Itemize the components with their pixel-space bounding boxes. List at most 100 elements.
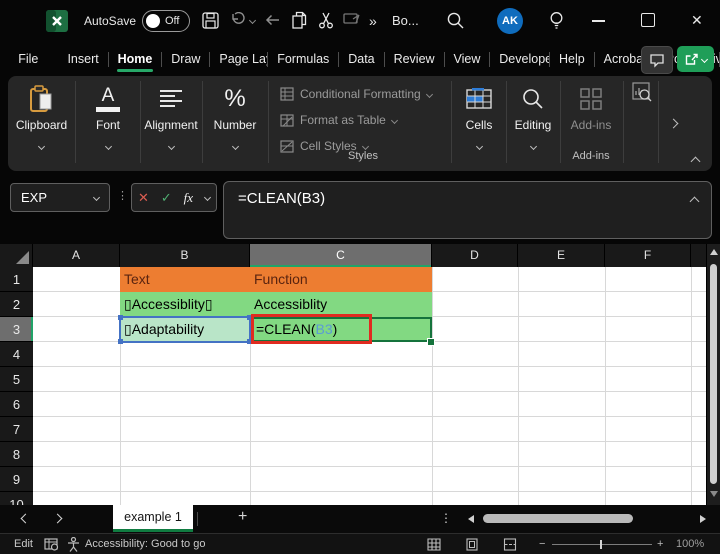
insert-function-button[interactable]: fx <box>184 190 193 206</box>
row-header-5[interactable]: 5 <box>0 367 33 392</box>
cut-icon[interactable] <box>318 11 334 34</box>
share-icon <box>685 53 698 65</box>
hscroll-right-arrow[interactable] <box>700 515 706 523</box>
row-header-7[interactable]: 7 <box>0 417 33 442</box>
tab-review[interactable]: Review <box>385 43 444 75</box>
zoom-slider-track[interactable] <box>552 544 652 545</box>
tab-file[interactable]: File <box>9 43 47 75</box>
resize-handle[interactable]: ⋮ <box>117 189 128 202</box>
fill-handle[interactable] <box>427 338 435 346</box>
page-layout-view-button[interactable] <box>465 534 479 554</box>
tab-data[interactable]: Data <box>339 43 383 75</box>
close-button[interactable]: ✕ <box>691 12 703 29</box>
page-break-view-button[interactable] <box>503 534 517 554</box>
row-header-3[interactable]: 3 <box>0 317 33 342</box>
share-button[interactable] <box>677 46 714 72</box>
minimize-button[interactable] <box>592 20 605 22</box>
more-commands-button[interactable]: » <box>369 13 377 29</box>
cells-group-button[interactable]: Cells <box>454 83 504 151</box>
row-header-9[interactable]: 9 <box>0 467 33 492</box>
analyze-data-icon[interactable] <box>632 82 652 107</box>
addins-group-label: Add-ins <box>572 150 610 162</box>
column-header-b[interactable]: B <box>120 244 250 267</box>
format-as-table-button[interactable]: Format as Table <box>280 110 398 130</box>
select-all-corner[interactable] <box>0 244 33 267</box>
column-header-d[interactable]: D <box>432 244 518 267</box>
column-header-c[interactable]: C <box>250 244 432 267</box>
addins-group-button[interactable]: Add-ins <box>562 83 620 132</box>
chevron-down-icon <box>700 55 708 63</box>
row-header-8[interactable]: 8 <box>0 442 33 467</box>
horizontal-scroll-thumb[interactable] <box>483 514 633 523</box>
number-group-button[interactable]: % Number <box>204 83 266 151</box>
macro-record-icon[interactable] <box>44 534 59 554</box>
font-icon: A <box>78 83 138 115</box>
back-arrow-button[interactable] <box>264 12 281 33</box>
tab-developer[interactable]: Developer <box>490 43 549 75</box>
row-header-2[interactable]: 2 <box>0 292 33 317</box>
autosave-toggle[interactable]: Off <box>142 10 190 32</box>
cell-mode-indicator: Edit <box>14 538 33 550</box>
vertical-scrollbar[interactable] <box>706 244 720 505</box>
alignment-group-button[interactable]: Alignment <box>142 83 200 151</box>
cell-b1[interactable]: Text <box>120 267 250 292</box>
row-header-6[interactable]: 6 <box>0 392 33 417</box>
column-header-e[interactable]: E <box>518 244 605 267</box>
vertical-scroll-thumb[interactable] <box>710 264 717 484</box>
tab-help[interactable]: Help <box>550 43 594 75</box>
select-all-triangle <box>16 251 29 264</box>
hscroll-left-arrow[interactable] <box>468 515 474 523</box>
add-sheet-button[interactable]: + <box>238 508 247 526</box>
row-header-10[interactable]: 10 <box>0 492 33 505</box>
maximize-button[interactable] <box>641 13 655 27</box>
tab-page-layout[interactable]: Page Layout <box>210 43 267 75</box>
enter-button[interactable]: ✓ <box>161 190 172 206</box>
copy-button[interactable] <box>292 11 309 34</box>
column-header-a[interactable]: A <box>33 244 120 267</box>
tab-draw[interactable]: Draw <box>162 43 209 75</box>
conditional-formatting-button[interactable]: Conditional Formatting <box>280 84 433 104</box>
sheet-options-button[interactable]: ⋮ <box>440 511 452 525</box>
excel-logo-icon[interactable] <box>46 10 68 37</box>
zoom-out-button[interactable]: − <box>539 534 545 554</box>
cell-b2[interactable]: ▯Accessiblity▯ <box>120 292 250 317</box>
column-header-f[interactable]: F <box>605 244 691 267</box>
zoom-in-button[interactable]: + <box>657 534 663 554</box>
save-button[interactable] <box>202 12 219 34</box>
normal-view-button[interactable] <box>427 534 441 554</box>
sheet-tab-bar: example 1 + ⋮ <box>0 505 720 533</box>
sheet-tab-active[interactable]: example 1 <box>113 505 193 532</box>
tab-view[interactable]: View <box>444 43 489 75</box>
tab-home[interactable]: Home <box>109 43 162 75</box>
font-group-button[interactable]: A Font <box>78 83 138 151</box>
collapse-formula-bar-button[interactable] <box>689 192 700 209</box>
next-sheet-button[interactable] <box>52 513 63 524</box>
tab-formulas[interactable]: Formulas <box>268 43 338 75</box>
accessibility-status[interactable]: Accessibility: Good to go <box>67 534 205 554</box>
name-box[interactable]: EXP <box>10 183 110 212</box>
clipboard-group-button[interactable]: Clipboard <box>10 83 73 151</box>
row-header-1[interactable]: 1 <box>0 267 33 292</box>
zoom-level[interactable]: 100% <box>676 534 704 554</box>
scroll-up-arrow[interactable] <box>709 249 718 255</box>
cell-c1[interactable]: Function <box>250 267 432 292</box>
chevron-down-icon <box>475 142 483 151</box>
previous-sheet-button[interactable] <box>20 513 31 524</box>
collapse-ribbon-button[interactable] <box>690 152 701 170</box>
avatar[interactable]: AK <box>497 8 523 34</box>
tab-insert[interactable]: Insert <box>58 43 107 75</box>
row-header-4[interactable]: 4 <box>0 342 33 367</box>
lightbulb-icon[interactable] <box>548 10 565 36</box>
cell-area[interactable]: Text Function ▯Accessiblity▯ Accessiblit… <box>33 267 706 505</box>
formula-bar-input[interactable]: =CLEAN(B3) <box>223 181 712 239</box>
comments-button[interactable] <box>641 46 673 74</box>
editing-group-button[interactable]: Editing <box>508 83 558 151</box>
zoom-slider-thumb[interactable] <box>600 540 602 549</box>
scroll-down-arrow[interactable] <box>710 491 718 497</box>
format-painter-icon[interactable] <box>343 13 361 32</box>
cancel-button[interactable]: ✕ <box>138 190 149 206</box>
ribbon-overflow-button[interactable] <box>668 114 679 132</box>
chevron-down-icon <box>361 142 369 150</box>
undo-button[interactable] <box>230 12 257 28</box>
search-icon[interactable] <box>446 11 465 35</box>
